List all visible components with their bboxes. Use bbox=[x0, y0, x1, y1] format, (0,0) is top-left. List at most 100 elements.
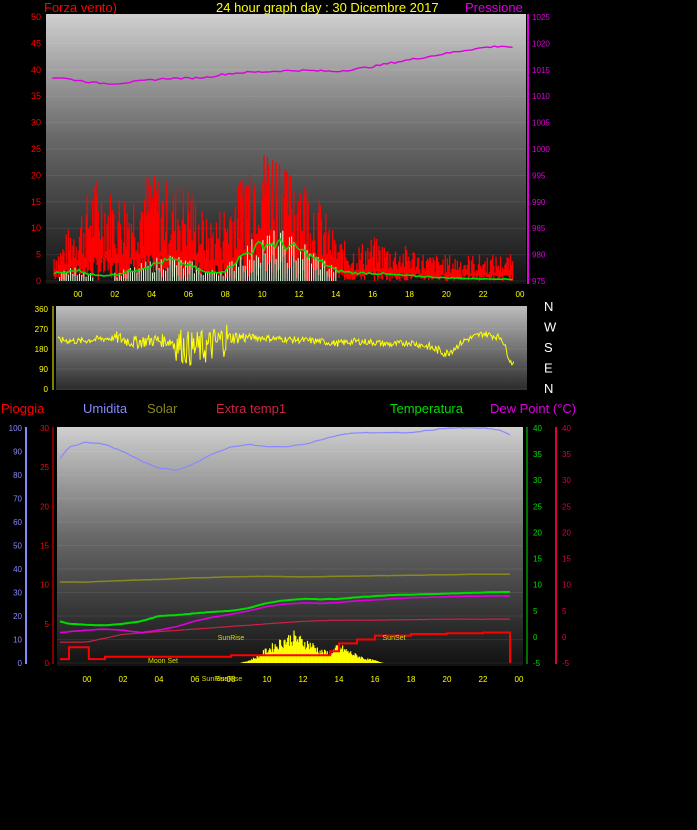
wind-y-tick: 5 bbox=[36, 250, 41, 260]
temperature-y-tick: 0 bbox=[533, 633, 538, 642]
compass-label: W bbox=[544, 320, 557, 335]
wind-x-tick: 02 bbox=[110, 290, 119, 299]
humidity-y-tick: 0 bbox=[18, 659, 23, 668]
wind-x-tick: 16 bbox=[368, 290, 377, 299]
temperature-y-tick: 25 bbox=[533, 502, 542, 511]
wind-x-tick: 10 bbox=[258, 290, 267, 299]
dewpoint-y-tick: 20 bbox=[562, 528, 571, 537]
rain-y-tick: 10 bbox=[40, 581, 49, 590]
humidity-y-tick: 60 bbox=[13, 518, 22, 527]
humidity-y-tick: 90 bbox=[13, 448, 22, 457]
pressure-y-tick: 1000 bbox=[532, 145, 550, 154]
wind-y-tick: 30 bbox=[31, 118, 41, 128]
graph-title: 24 hour graph day : 30 Dicembre 2017 bbox=[216, 0, 439, 15]
wind-x-tick: 04 bbox=[147, 290, 156, 299]
wind-y-tick: 50 bbox=[31, 12, 41, 22]
wind-y-tick: 10 bbox=[31, 223, 41, 233]
humidity-y-tick: 70 bbox=[13, 495, 22, 504]
rain-y-tick: 0 bbox=[45, 659, 50, 668]
wind-x-tick: 22 bbox=[479, 290, 488, 299]
weather-graph-page: 0 5 10 15 20 25 30 35 40 45 50 975 980 985 990 995 1000 1… bbox=[0, 0, 697, 825]
temperature-y-tick: 15 bbox=[533, 555, 542, 564]
pressure-y-tick: 985 bbox=[532, 224, 546, 233]
compass-label: E bbox=[544, 361, 553, 376]
humidity-y-tick: 80 bbox=[13, 471, 22, 480]
temp-x-tick: 00 bbox=[83, 675, 92, 684]
humidity-y-tick: 50 bbox=[13, 542, 22, 551]
wind-x-tick: 00 bbox=[516, 290, 525, 299]
dewpoint-y-tick: 35 bbox=[562, 450, 571, 459]
temp-x-tick: 22 bbox=[479, 675, 488, 684]
temp-x-tick: 20 bbox=[443, 675, 452, 684]
dewpoint-y-tick: 40 bbox=[562, 424, 571, 433]
wind-x-tick: 06 bbox=[184, 290, 193, 299]
legend-extra-temp: Extra temp1 bbox=[216, 401, 287, 416]
wind-x-tick: 14 bbox=[331, 290, 340, 299]
wind-x-tick: 18 bbox=[405, 290, 414, 299]
wind-x-tick: 08 bbox=[221, 290, 230, 299]
wind-y-tick: 15 bbox=[31, 197, 41, 207]
temperature-y-tick: 20 bbox=[533, 528, 542, 537]
wind-x-tick: 12 bbox=[295, 290, 304, 299]
legend-rain: Pioggia bbox=[1, 401, 45, 416]
legend-humidity: Umidita bbox=[83, 401, 128, 416]
humidity-y-tick: 30 bbox=[13, 589, 22, 598]
pressure-axis-label: Pressione bbox=[465, 0, 523, 15]
pressure-y-tick: 1005 bbox=[532, 119, 550, 128]
legend-solar: Solar bbox=[147, 401, 178, 416]
wind-y-tick: 25 bbox=[31, 144, 41, 154]
direction-y-tick: 90 bbox=[39, 365, 48, 374]
temp-x-tick: 18 bbox=[407, 675, 416, 684]
humidity-y-tick: 100 bbox=[9, 424, 23, 433]
sun-moon-annotation: SunRise bbox=[216, 676, 243, 683]
dewpoint-y-tick: 30 bbox=[562, 476, 571, 485]
humidity-y-tick: 40 bbox=[13, 565, 22, 574]
compass-label: N bbox=[544, 299, 553, 314]
pressure-y-tick: 1015 bbox=[532, 66, 550, 75]
direction-y-tick: 360 bbox=[35, 305, 49, 314]
rain-y-tick: 30 bbox=[40, 424, 49, 433]
compass-label: S bbox=[544, 340, 553, 355]
legend-dew-point: Dew Point (°C) bbox=[490, 401, 577, 416]
direction-y-tick: 270 bbox=[35, 325, 49, 334]
rain-y-tick: 15 bbox=[40, 542, 49, 551]
direction-y-tick: 180 bbox=[35, 345, 49, 354]
pressure-y-tick: 975 bbox=[532, 277, 546, 286]
wind-y-tick: 20 bbox=[31, 170, 41, 180]
dewpoint-y-tick: 10 bbox=[562, 581, 571, 590]
wind-y-tick: 40 bbox=[31, 65, 41, 75]
temp-x-tick: 06 bbox=[191, 675, 200, 684]
pressure-y-tick: 995 bbox=[532, 171, 546, 180]
sun-moon-annotation: SunSet bbox=[383, 635, 406, 642]
temp-x-tick: 02 bbox=[119, 675, 128, 684]
temp-x-tick: 12 bbox=[299, 675, 308, 684]
pressure-y-tick: 1010 bbox=[532, 92, 550, 101]
dewpoint-y-tick: 25 bbox=[562, 502, 571, 511]
wind-axis-label: Forza vento) bbox=[44, 0, 117, 15]
temperature-y-tick: 30 bbox=[533, 476, 542, 485]
dewpoint-y-tick: 15 bbox=[562, 555, 571, 564]
compass-label: N bbox=[544, 381, 553, 396]
sun-moon-annotation: SunRise bbox=[218, 635, 245, 642]
pressure-y-tick: 990 bbox=[532, 198, 546, 207]
rain-y-tick: 25 bbox=[40, 463, 49, 472]
temp-x-tick: 16 bbox=[371, 675, 380, 684]
temperature-y-tick: 35 bbox=[533, 450, 542, 459]
direction-y-tick: 0 bbox=[44, 385, 49, 394]
temperature-y-tick: 5 bbox=[533, 607, 538, 616]
dewpoint-y-tick: -5 bbox=[562, 659, 570, 668]
sun-moon-annotation: Moon Set bbox=[148, 658, 178, 665]
wind-x-tick: 00 bbox=[74, 290, 83, 299]
temp-x-tick: 00 bbox=[515, 675, 524, 684]
humidity-y-tick: 20 bbox=[13, 612, 22, 621]
temperature-y-tick: 40 bbox=[533, 424, 542, 433]
rain-y-tick: 5 bbox=[45, 620, 50, 629]
temp-x-tick: 10 bbox=[263, 675, 272, 684]
wind-y-tick: 0 bbox=[36, 276, 41, 286]
pressure-y-tick: 1025 bbox=[532, 13, 550, 22]
legend-temperature: Temperatura bbox=[390, 401, 463, 416]
temperature-y-tick: -5 bbox=[533, 659, 541, 668]
pressure-y-tick: 980 bbox=[532, 251, 546, 260]
temp-x-tick: 04 bbox=[155, 675, 164, 684]
wind-y-tick: 35 bbox=[31, 91, 41, 101]
